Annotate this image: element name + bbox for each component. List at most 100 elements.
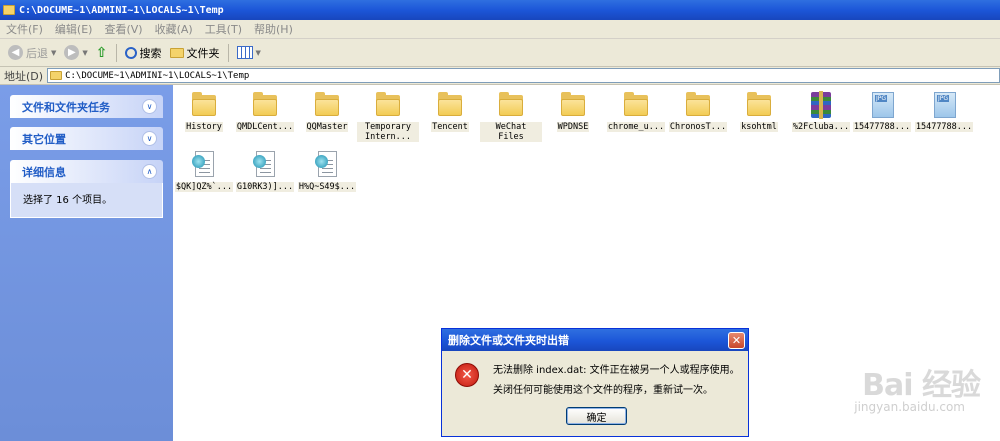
ok-button[interactable]: 确定 — [566, 407, 627, 425]
folder-icon — [250, 91, 280, 119]
search-button[interactable]: 搜索 — [121, 42, 166, 64]
folder-icon — [169, 47, 184, 58]
watermark-url: jingyan.baidu.com — [854, 400, 965, 414]
file-item[interactable]: History — [173, 91, 235, 132]
file-name: History — [185, 122, 223, 132]
details-title: 详细信息 — [22, 165, 66, 179]
folder-icon — [683, 91, 713, 119]
file-item[interactable]: chrome_u... — [605, 91, 667, 132]
chevron-down-icon: ▼ — [255, 48, 261, 57]
folder-icon — [621, 91, 651, 119]
other-places-header[interactable]: 其它位置 ∨ — [10, 127, 163, 150]
forward-arrow-icon: ▶ — [64, 45, 80, 60]
file-item[interactable]: G10RK3)]... — [234, 151, 296, 192]
file-item[interactable]: QMDLCent... — [234, 91, 296, 132]
menu-favorites[interactable]: 收藏(A) — [149, 21, 199, 37]
address-label: 地址(D) — [4, 69, 44, 83]
file-tasks-header[interactable]: 文件和文件夹任务 ∨ — [10, 95, 163, 118]
file-name: QMDLCent... — [235, 122, 295, 132]
toolbar: ◀ 后退 ▼ ▶ ▼ ⇧ 搜索 文件夹 ▼ — [0, 39, 1000, 67]
window-title: C:\DOCUME~1\ADMINI~1\LOCALS~1\Temp — [19, 4, 224, 16]
file-item[interactable]: ksohtml — [728, 91, 790, 132]
chevron-up-icon[interactable]: ∧ — [142, 164, 157, 179]
address-path: C:\DOCUME~1\ADMINI~1\LOCALS~1\Temp — [65, 70, 250, 81]
address-bar: 地址(D) C:\DOCUME~1\ADMINI~1\LOCALS~1\Temp — [0, 67, 1000, 85]
up-button[interactable]: ⇧ — [92, 42, 112, 64]
menu-file[interactable]: 文件(F) — [0, 21, 49, 37]
up-folder-icon: ⇧ — [95, 44, 108, 61]
file-name: G10RK3)]... — [235, 182, 295, 192]
error-icon: ✕ — [455, 363, 479, 387]
address-field[interactable]: C:\DOCUME~1\ADMINI~1\LOCALS~1\Temp — [47, 68, 1000, 83]
task-pane: 文件和文件夹任务 ∨ 其它位置 ∨ 详细信息 ∧ 选择了 16 个项目。 — [0, 85, 173, 441]
menu-tools[interactable]: 工具(T) — [199, 21, 248, 37]
file-name: chrome_u... — [606, 122, 666, 132]
details-text: 选择了 16 个项目。 — [23, 195, 113, 206]
file-name: H%Q~S49$... — [297, 182, 357, 192]
folders-button[interactable]: 文件夹 — [166, 42, 224, 64]
details-panel: 详细信息 ∧ 选择了 16 个项目。 — [10, 160, 163, 218]
close-button[interactable]: ✕ — [728, 331, 745, 349]
back-arrow-icon: ◀ — [8, 45, 23, 60]
file-item[interactable]: $QK]QZ%`... — [173, 151, 235, 192]
toolbar-divider — [227, 43, 229, 62]
details-body: 选择了 16 个项目。 — [10, 183, 163, 218]
error-message: 无法删除 index.dat: 文件正在被另一个人或程序使用。 — [493, 365, 740, 376]
folders-label: 文件夹 — [186, 46, 220, 60]
search-icon — [124, 46, 137, 59]
back-button[interactable]: ◀ 后退 ▼ — [4, 42, 60, 64]
file-name: 15477788... — [852, 122, 912, 132]
file-name: QQMaster — [305, 122, 349, 132]
file-name: $QK]QZ%`... — [174, 182, 234, 192]
file-name: ChronosT... — [668, 122, 728, 132]
toolbar-divider — [115, 43, 117, 62]
file-item[interactable]: ChronosT... — [667, 91, 729, 132]
views-icon — [236, 46, 253, 59]
file-item[interactable]: WeChat Files — [480, 91, 542, 142]
dialog-title-bar[interactable]: 删除文件或文件夹时出错 ✕ — [442, 329, 748, 351]
baidu-watermark: Bai 经验 jingyan.baidu.com — [854, 360, 981, 414]
file-item[interactable]: Temporary Intern... — [357, 91, 419, 142]
title-bar: C:\DOCUME~1\ADMINI~1\LOCALS~1\Temp — [0, 0, 1000, 20]
file-name: WeChat Files — [480, 122, 542, 142]
image-file-icon: JPG — [867, 91, 897, 119]
web-document-icon — [250, 151, 280, 179]
image-file-icon: JPG — [929, 91, 959, 119]
search-label: 搜索 — [139, 46, 162, 60]
file-item[interactable]: JPG 15477788... — [851, 91, 913, 132]
file-tasks-title: 文件和文件夹任务 — [22, 100, 110, 114]
views-button[interactable]: ▼ — [233, 42, 265, 64]
file-name: %2Fcluba... — [791, 122, 851, 132]
folder-icon — [373, 91, 403, 119]
chevron-down-icon[interactable]: ∨ — [142, 131, 157, 146]
other-places-title: 其它位置 — [22, 132, 66, 146]
file-item[interactable]: Tencent — [419, 91, 481, 132]
menu-help[interactable]: 帮助(H) — [248, 21, 299, 37]
folder-icon — [744, 91, 774, 119]
chevron-down-icon[interactable]: ∨ — [142, 99, 157, 114]
menu-view[interactable]: 查看(V) — [98, 21, 148, 37]
file-item[interactable]: WPDNSE — [542, 91, 604, 132]
dialog-title: 删除文件或文件夹时出错 — [448, 334, 569, 347]
error-dialog: 删除文件或文件夹时出错 ✕ ✕ 无法删除 index.dat: 文件正在被另一个… — [441, 328, 749, 437]
watermark-brand: Bai 经验 — [862, 368, 981, 403]
back-label: 后退 — [26, 46, 48, 60]
other-places-panel: 其它位置 ∨ — [10, 127, 163, 150]
file-name: 15477788... — [914, 122, 974, 132]
file-tasks-panel: 文件和文件夹任务 ∨ — [10, 95, 163, 118]
forward-button[interactable]: ▶ ▼ — [60, 42, 91, 64]
file-item[interactable]: JPG 15477788... — [913, 91, 975, 132]
folder-icon — [435, 91, 465, 119]
file-item[interactable]: H%Q~S49$... — [296, 151, 358, 192]
folder-icon — [496, 91, 526, 119]
folder-icon — [558, 91, 588, 119]
menu-edit[interactable]: 编辑(E) — [49, 21, 99, 37]
file-item[interactable]: %2Fcluba... — [790, 91, 852, 132]
archive-icon — [806, 91, 836, 119]
file-name: WPDNSE — [556, 122, 590, 132]
error-hint: 关闭任何可能使用这个文件的程序，重新试一次。 — [493, 385, 713, 396]
file-item[interactable]: QQMaster — [296, 91, 358, 132]
folder-icon — [312, 91, 342, 119]
details-header[interactable]: 详细信息 ∧ — [10, 160, 163, 183]
folder-icon — [189, 91, 219, 119]
